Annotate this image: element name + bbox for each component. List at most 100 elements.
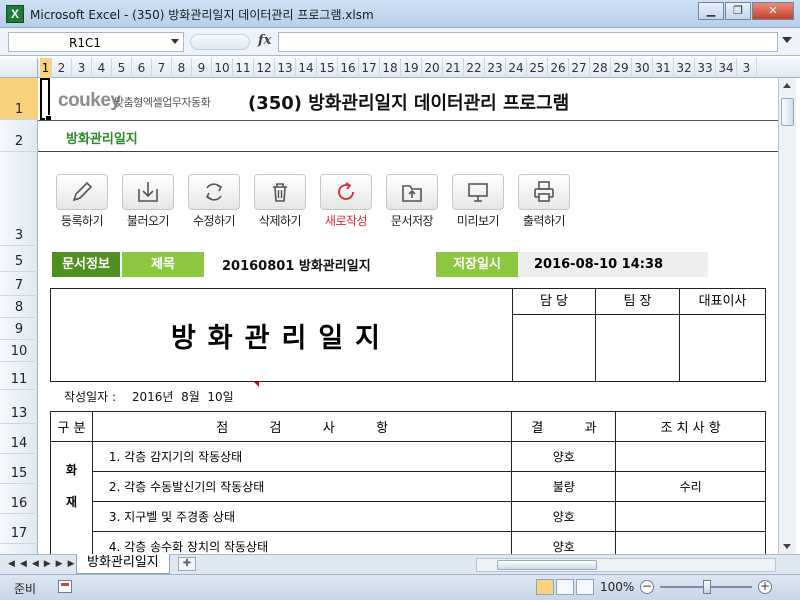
column-header-cell[interactable]: 31 — [653, 58, 674, 78]
inspection-item[interactable]: 3. 지구벨 및 주경종 상태 — [91, 501, 513, 532]
new-document-button[interactable]: 새로작성 — [316, 174, 376, 238]
row-header-cell[interactable]: 7 — [0, 272, 38, 296]
zoom-out-icon[interactable]: − — [640, 580, 654, 594]
subject-value[interactable]: 20160801 방화관리일지 — [222, 255, 436, 274]
column-header-cell[interactable]: 3 — [737, 58, 757, 78]
result-cell[interactable]: 불량 — [511, 471, 617, 502]
column-header-cell[interactable]: 22 — [464, 58, 485, 78]
action-cell[interactable] — [615, 531, 766, 554]
column-header-cell[interactable]: 33 — [695, 58, 716, 78]
column-header-cell[interactable]: 34 — [716, 58, 737, 78]
column-header-cell[interactable]: 18 — [380, 58, 401, 78]
save-document-button[interactable]: 문서저장 — [382, 174, 442, 238]
column-header-cell[interactable]: 20 — [422, 58, 443, 78]
worksheet[interactable]: coukey 맞춤형엑셀업무자동화 (350) 방화관리일지 데이터관리 프로그… — [38, 78, 778, 554]
column-header-cell[interactable]: 8 — [172, 58, 192, 78]
column-header-cell[interactable]: 27 — [569, 58, 590, 78]
column-header-cell[interactable]: 1 — [40, 58, 52, 78]
result-cell[interactable]: 양호 — [511, 441, 617, 472]
action-cell[interactable] — [615, 441, 766, 472]
column-header-cell[interactable]: 4 — [92, 58, 112, 78]
formula-input[interactable] — [278, 32, 778, 52]
column-header-cell[interactable]: 15 — [317, 58, 338, 78]
inspection-item[interactable]: 2. 각층 수동발신기의 작동상태 — [91, 471, 513, 502]
column-header-cell[interactable]: 3 — [72, 58, 92, 78]
chevron-down-icon[interactable] — [171, 39, 179, 44]
row-header-cell[interactable]: 11 — [0, 362, 38, 390]
column-header-cell[interactable]: 32 — [674, 58, 695, 78]
minimize-button[interactable]: ▁ — [698, 2, 724, 20]
zoom-in-icon[interactable]: + — [758, 580, 772, 594]
page-break-view-button[interactable] — [576, 579, 594, 595]
column-header-cell[interactable]: 16 — [338, 58, 359, 78]
row-header-cell[interactable]: 16 — [0, 484, 38, 514]
action-cell[interactable]: 수리 — [615, 471, 766, 502]
result-cell[interactable]: 양호 — [511, 531, 617, 554]
select-all-corner[interactable] — [0, 58, 38, 78]
load-button[interactable]: 불러오기 — [118, 174, 178, 238]
normal-view-button[interactable] — [536, 579, 554, 595]
column-header-cell[interactable]: 23 — [485, 58, 506, 78]
column-header-cell[interactable]: 30 — [632, 58, 653, 78]
scroll-up-icon[interactable] — [783, 83, 791, 88]
column-header-cell[interactable]: 17 — [359, 58, 380, 78]
tab-navigation-icons[interactable]: ◀◀◀▶▶▶ — [8, 559, 80, 569]
column-header-cell[interactable]: 11 — [233, 58, 254, 78]
row-header-cell[interactable]: 3 — [0, 152, 38, 246]
column-header-cell[interactable]: 7 — [152, 58, 172, 78]
inspection-item[interactable]: 4. 각층 송수화 장치의 작동상태 — [91, 531, 513, 554]
expand-formula-icon[interactable] — [782, 37, 792, 43]
action-cell[interactable] — [615, 501, 766, 532]
approval-column-staff[interactable]: 담 당 — [513, 289, 596, 381]
delete-button[interactable]: 삭제하기 — [250, 174, 310, 238]
name-box[interactable]: R1C1 — [8, 32, 184, 52]
formula-bar-grip[interactable] — [190, 34, 250, 50]
row-header-cell[interactable]: 13 — [0, 390, 38, 424]
insert-sheet-icon[interactable]: ✚ — [178, 557, 196, 571]
row-header-cell[interactable]: 1 — [0, 78, 38, 120]
column-header-cell[interactable]: 10 — [212, 58, 233, 78]
column-header-cell[interactable]: 9 — [192, 58, 212, 78]
row-header-cell[interactable]: 5 — [0, 246, 38, 272]
row-header-cell[interactable]: 8 — [0, 296, 38, 318]
sheet-tab-active[interactable]: 방화관리일지 — [76, 554, 170, 574]
register-button[interactable]: 등록하기 — [52, 174, 112, 238]
row-header-cell[interactable]: 15 — [0, 454, 38, 484]
row-header-cell[interactable]: 10 — [0, 340, 38, 362]
vertical-scroll-thumb[interactable] — [781, 98, 794, 126]
scroll-down-icon[interactable] — [783, 544, 791, 549]
column-header-cell[interactable]: 6 — [132, 58, 152, 78]
zoom-slider-thumb[interactable] — [703, 580, 711, 594]
close-button[interactable]: ✕ — [752, 2, 794, 20]
column-header-cell[interactable]: 5 — [112, 58, 132, 78]
function-icon[interactable]: fx — [258, 33, 271, 48]
preview-button[interactable]: 미리보기 — [448, 174, 508, 238]
column-header-cell[interactable]: 29 — [611, 58, 632, 78]
macro-record-icon[interactable] — [58, 580, 72, 593]
column-header-cell[interactable]: 25 — [527, 58, 548, 78]
author-date-value[interactable]: 2016년 8월 10일 — [132, 390, 234, 404]
inspection-item[interactable]: 1. 각층 감지기의 작동상태 — [91, 441, 513, 472]
excel-app-icon[interactable]: X — [6, 5, 24, 23]
edit-button[interactable]: 수정하기 — [184, 174, 244, 238]
saved-at-value[interactable]: 2016-08-10 14:38 — [518, 251, 708, 277]
column-header-cell[interactable]: 12 — [254, 58, 275, 78]
row-header-cell[interactable]: 2 — [0, 120, 38, 152]
page-layout-view-button[interactable] — [556, 579, 574, 595]
column-header-cell[interactable]: 13 — [275, 58, 296, 78]
approval-column-ceo[interactable]: 대표이사 — [680, 289, 765, 381]
approval-column-team-lead[interactable]: 팀 장 — [596, 289, 680, 381]
column-header-cell[interactable]: 2 — [52, 58, 72, 78]
horizontal-scrollbar[interactable] — [476, 558, 776, 572]
zoom-level[interactable]: 100% — [600, 580, 634, 594]
column-header-cell[interactable]: 21 — [443, 58, 464, 78]
comment-indicator[interactable] — [254, 382, 259, 387]
column-header-cell[interactable]: 24 — [506, 58, 527, 78]
restore-button[interactable]: ❐ — [725, 2, 751, 20]
row-header-cell[interactable]: 9 — [0, 318, 38, 340]
row-header-cell[interactable]: 17 — [0, 514, 38, 544]
vertical-scrollbar[interactable] — [778, 78, 796, 554]
column-header-cell[interactable]: 28 — [590, 58, 611, 78]
row-header-cell[interactable]: 14 — [0, 424, 38, 454]
column-header-cell[interactable]: 19 — [401, 58, 422, 78]
